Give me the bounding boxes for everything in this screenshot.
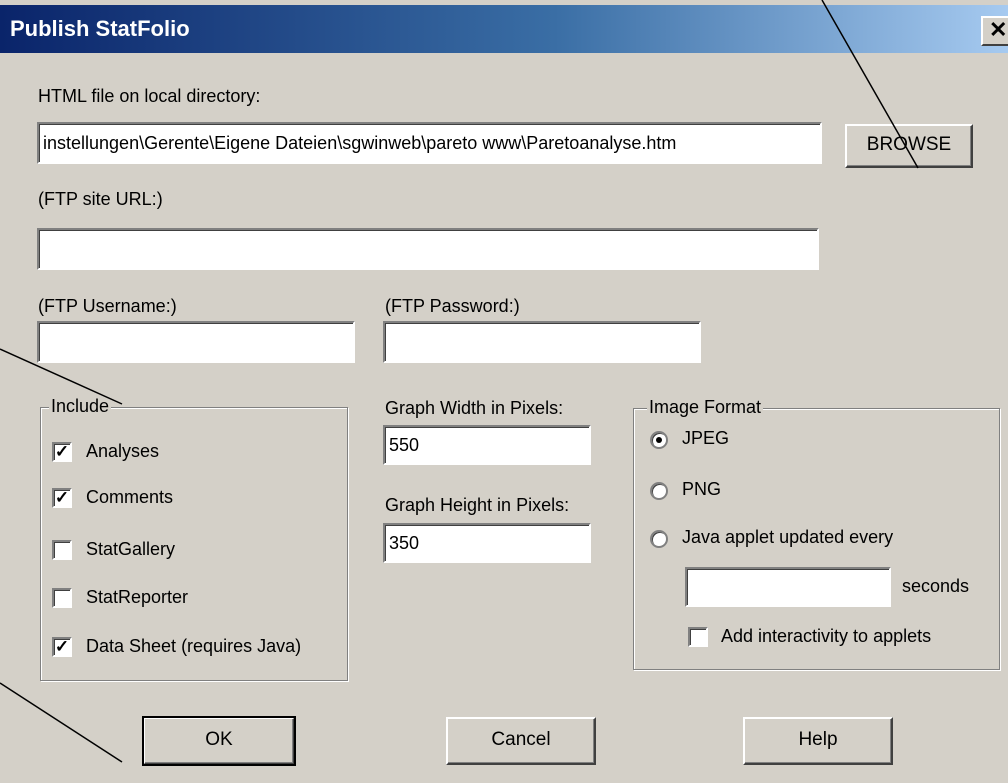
ok-button[interactable]: OK: [142, 716, 296, 766]
interactivity-checkbox[interactable]: [688, 627, 708, 647]
jpeg-radio[interactable]: [650, 431, 668, 449]
graph-width-label: Graph Width in Pixels:: [385, 398, 564, 418]
java-applet-label: Java applet updated every: [682, 527, 894, 547]
ftp-username-input[interactable]: [37, 321, 355, 363]
data-sheet-checkbox[interactable]: ✓: [52, 637, 72, 657]
jpeg-label: JPEG: [682, 428, 730, 448]
window-title: Publish StatFolio: [10, 16, 190, 41]
check-mark-icon: ✓: [54, 442, 70, 461]
seconds-label: seconds: [902, 576, 970, 596]
title-bar: Publish StatFolio ✕: [0, 5, 1008, 53]
data-sheet-label: Data Sheet (requires Java): [86, 636, 302, 656]
statreporter-checkbox[interactable]: [52, 588, 72, 608]
close-icon[interactable]: ✕: [981, 16, 1008, 46]
ftp-url-label: (FTP site URL:): [38, 189, 163, 209]
image-format-legend: Image Format: [647, 397, 764, 418]
comments-checkbox[interactable]: ✓: [52, 488, 72, 508]
statgallery-label: StatGallery: [86, 539, 176, 559]
interactivity-label: Add interactivity to applets: [721, 626, 932, 646]
analyses-label: Analyses: [86, 441, 160, 461]
include-legend: Include: [49, 396, 112, 417]
help-button[interactable]: Help: [743, 717, 893, 765]
html-file-input[interactable]: instellungen\Gerente\Eigene Dateien\sgwi…: [37, 122, 822, 164]
png-label: PNG: [682, 479, 722, 499]
browse-button[interactable]: BROWSE: [845, 124, 973, 168]
graph-height-input[interactable]: 350: [383, 523, 591, 563]
check-mark-icon: ✓: [54, 488, 70, 507]
radio-selected-dot-icon: [656, 437, 662, 443]
comments-label: Comments: [86, 487, 174, 507]
statgallery-checkbox[interactable]: [52, 540, 72, 560]
cancel-button[interactable]: Cancel: [446, 717, 596, 765]
statreporter-label: StatReporter: [86, 587, 189, 607]
ftp-username-label: (FTP Username:): [38, 296, 177, 316]
png-radio[interactable]: [650, 482, 668, 500]
check-mark-icon: ✓: [54, 637, 70, 656]
ftp-password-input[interactable]: [383, 321, 701, 363]
analyses-checkbox[interactable]: ✓: [52, 442, 72, 462]
ftp-password-label: (FTP Password:): [385, 296, 520, 316]
html-file-label: HTML file on local directory:: [38, 86, 261, 106]
java-applet-radio[interactable]: [650, 530, 668, 548]
seconds-input[interactable]: [685, 567, 891, 607]
ftp-url-input[interactable]: [37, 228, 819, 270]
publish-statfolio-dialog: Publish StatFolio ✕ HTML file on local d…: [0, 0, 1008, 783]
graph-height-label: Graph Height in Pixels:: [385, 495, 570, 515]
graph-width-input[interactable]: 550: [383, 425, 591, 465]
